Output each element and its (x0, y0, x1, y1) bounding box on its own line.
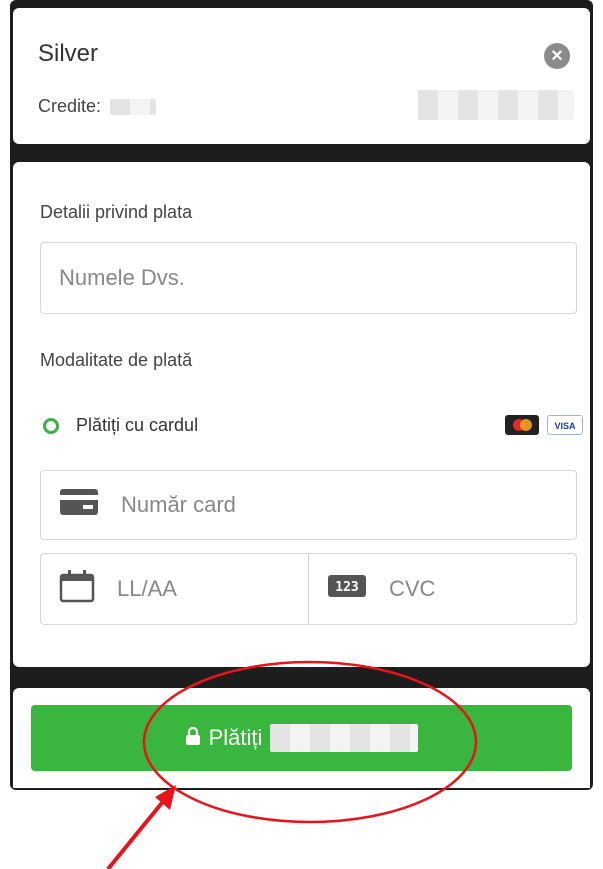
annotation-ellipse (142, 660, 478, 824)
annotation-overlay (106, 660, 478, 869)
annotation-arrow-line (106, 791, 172, 869)
